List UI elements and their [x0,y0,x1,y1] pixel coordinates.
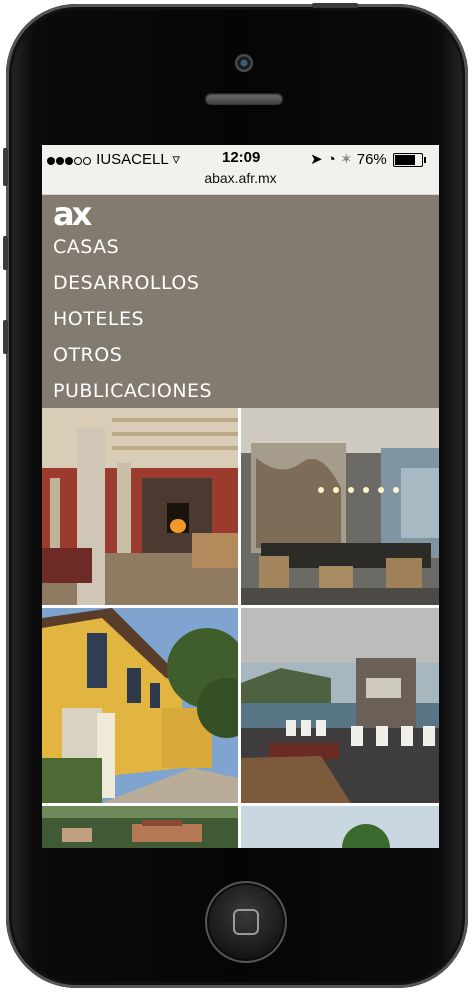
battery-percent: 76% [356,151,387,168]
sky-tree-photo [241,806,439,848]
site-menu: ax CASAS DESARROLLOS HOTELES OTROS PUBLI… [42,195,439,408]
gallery-tile-living-room[interactable] [42,408,238,605]
gallery-tile-hillside-houses[interactable] [42,806,238,848]
gallery-tile-lakeside-terrace[interactable] [241,608,439,803]
location-arrow-icon: ➤ [310,151,323,168]
living-room-photo [42,408,238,605]
power-button[interactable] [312,3,358,8]
battery-icon [392,153,426,168]
gallery-tile-sky-tree[interactable] [241,806,439,848]
front-camera [235,54,253,72]
menu-item-hoteles[interactable]: HOTELES [53,308,144,330]
project-gallery [42,408,439,848]
hillside-houses-photo [42,806,238,848]
page-url[interactable]: abax.afr.mx [42,170,439,186]
status-bar: IUSACELL ▿ 12:09 ➤ ◔ ✶ 76% abax.afr.mx [42,145,439,195]
home-square-icon [233,909,259,935]
bluetooth-icon: ✶ [339,151,353,168]
alarm-icon: ◔ [326,151,336,168]
menu-item-casas[interactable]: CASAS [53,236,119,258]
yellow-house-photo [42,608,238,803]
menu-item-otros[interactable]: OTROS [53,344,122,366]
menu-item-publicaciones[interactable]: PUBLICACIONES [53,380,212,402]
carrier-name: IUSACELL [96,151,169,168]
menu-item-desarrollos[interactable]: DESARROLLOS [53,272,199,294]
home-button[interactable] [205,881,287,963]
gallery-tile-yellow-house[interactable] [42,608,238,803]
site-logo[interactable]: ax [53,195,92,233]
dining-room-photo [241,408,439,605]
phone-screen: IUSACELL ▿ 12:09 ➤ ◔ ✶ 76% abax.afr.mx a… [42,145,439,848]
status-right: ➤ ◔ ✶ 76% [310,150,426,168]
volume-up-button[interactable] [3,236,8,270]
gallery-tile-dining-room[interactable] [241,408,439,605]
mute-switch[interactable] [3,148,8,186]
wifi-icon: ▿ [172,151,180,168]
volume-down-button[interactable] [3,320,8,354]
earpiece-speaker [205,93,283,105]
lakeside-terrace-photo [241,608,439,803]
signal-strength-icon [47,152,92,169]
clock: 12:09 [222,149,261,166]
status-left: IUSACELL ▿ [47,150,180,169]
